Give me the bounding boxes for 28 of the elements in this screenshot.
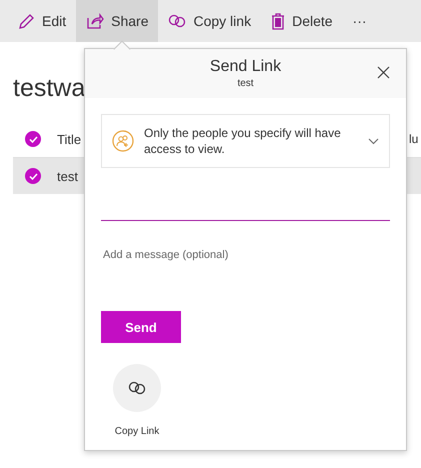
toolbar-button[interactable]: Share bbox=[76, 0, 158, 42]
toolbar-button[interactable]: Delete bbox=[261, 0, 343, 42]
people-icon bbox=[112, 130, 134, 152]
dialog-title: Send Link bbox=[210, 58, 282, 76]
share-icon bbox=[86, 13, 104, 29]
chevron-icon bbox=[368, 138, 379, 144]
trash-icon bbox=[271, 12, 286, 30]
link-icon bbox=[168, 14, 186, 28]
row-checkbox[interactable] bbox=[25, 168, 41, 184]
table-cell: test bbox=[57, 168, 78, 184]
more-button[interactable]: ··· bbox=[342, 0, 377, 42]
toolbar-button[interactable]: Copy link bbox=[158, 0, 262, 42]
send-button[interactable]: Send bbox=[101, 311, 181, 343]
check-icon bbox=[28, 172, 38, 180]
check-icon bbox=[28, 136, 38, 142]
permission-dropdown[interactable]: Only the people you specify will have access to view. bbox=[101, 114, 390, 168]
close-button[interactable] bbox=[375, 64, 392, 81]
toolbar-button[interactable]: Edit bbox=[8, 0, 76, 42]
link-icon bbox=[128, 381, 146, 395]
pencil-icon bbox=[18, 12, 35, 30]
column-header[interactable]: Title bbox=[57, 132, 82, 146]
page-title: testwa bbox=[13, 74, 86, 103]
copy-link-button[interactable] bbox=[113, 364, 161, 412]
select-all-checkbox[interactable] bbox=[25, 131, 41, 147]
dialog-subtitle: test bbox=[237, 78, 254, 89]
permission-text: Only the people you specify will have access to view. bbox=[144, 125, 342, 157]
column-header[interactable]: lu bbox=[409, 132, 418, 146]
copy-link-label: Copy Link bbox=[114, 426, 160, 437]
